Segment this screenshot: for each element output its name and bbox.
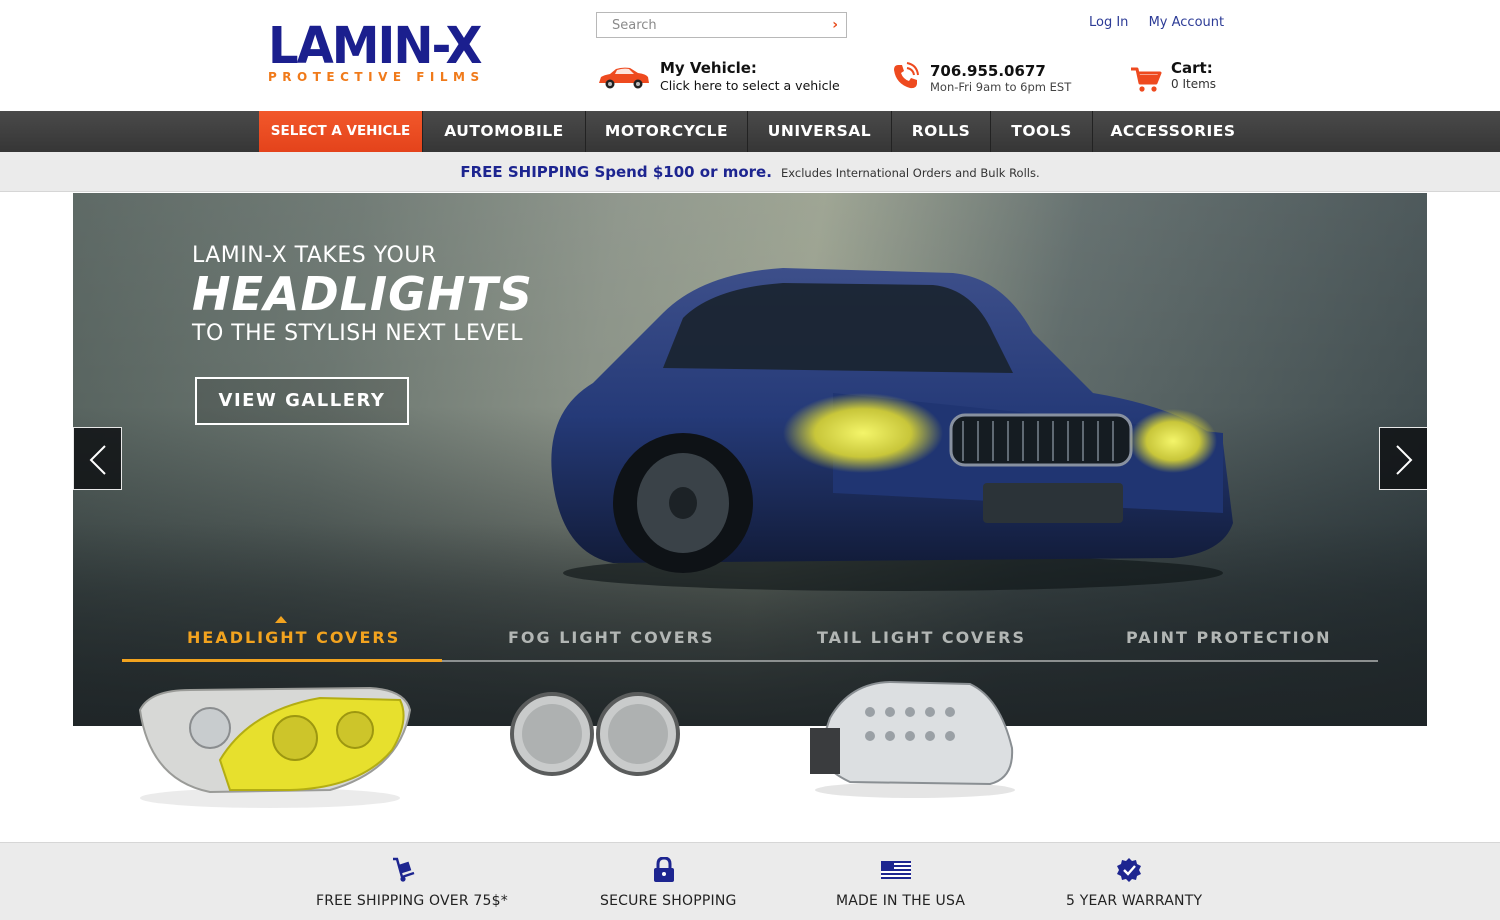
shopping-cart-icon <box>1131 67 1162 92</box>
nav-rolls[interactable]: ROLLS <box>892 111 991 152</box>
hero-line-3: TO THE STYLISH NEXT LEVEL <box>192 321 524 346</box>
hero-line-1: LAMIN-X TAKES YOUR <box>192 243 437 268</box>
feature-made-in-usa: MADE IN THE USA <box>836 857 966 909</box>
my-vehicle-title: My Vehicle: <box>660 59 757 77</box>
hero-headline: HEADLIGHTS <box>192 267 533 321</box>
feature-label: SECURE SHOPPING <box>600 893 737 909</box>
cart-label: Cart: <box>1171 59 1213 77</box>
hand-truck-icon <box>393 857 415 882</box>
nav-accessories[interactable]: ACCESSORIES <box>1093 111 1253 152</box>
nav-motorcycle[interactable]: MOTORCYCLE <box>586 111 748 152</box>
tab-paint-protection[interactable]: PAINT PROTECTION <box>1126 628 1332 647</box>
free-shipping-banner: FREE SHIPPING Spend $100 or more. Exclud… <box>0 152 1500 192</box>
nav-automobile[interactable]: AUTOMOBILE <box>423 111 586 152</box>
active-tab-caret-icon <box>275 616 287 623</box>
padlock-icon <box>653 857 674 882</box>
phone-icon <box>894 62 919 89</box>
headlight-cover-image[interactable] <box>130 680 420 810</box>
us-flag-icon <box>881 861 911 879</box>
category-tabs: HEADLIGHT COVERS FOG LIGHT COVERS TAIL L… <box>122 616 1378 662</box>
site-header: LAMIN-X PROTECTIVE FILMS › Log In My Acc… <box>0 0 1500 111</box>
my-account-link[interactable]: My Account <box>1149 15 1225 30</box>
search-submit-icon[interactable]: › <box>832 17 838 33</box>
feature-free-shipping: FREE SHIPPING OVER 75$* <box>316 857 508 909</box>
car-icon <box>599 67 649 89</box>
search-input[interactable] <box>597 13 817 37</box>
account-links: Log In My Account <box>1089 15 1240 30</box>
my-vehicle-subtitle: Click here to select a vehicle <box>660 78 840 93</box>
cart-item-count: 0 Items <box>1171 77 1217 91</box>
tab-fog-light-covers[interactable]: FOG LIGHT COVERS <box>508 628 714 647</box>
chevron-right-icon <box>1396 445 1413 475</box>
tail-light-cover-image[interactable] <box>800 678 1030 798</box>
login-link[interactable]: Log In <box>1089 15 1128 30</box>
slider-prev-button[interactable] <box>73 427 122 490</box>
main-nav: SELECT A VEHICLE AUTOMOBILE MOTORCYCLE U… <box>0 111 1500 152</box>
phone-number[interactable]: 706.955.0677 <box>930 62 1046 80</box>
slider-next-button[interactable] <box>1379 427 1427 490</box>
search-box: › <box>596 12 847 38</box>
nav-tools[interactable]: TOOLS <box>991 111 1093 152</box>
logo-wordmark: LAMIN-X <box>268 16 483 76</box>
nav-universal[interactable]: UNIVERSAL <box>748 111 892 152</box>
free-shipping-headline: FREE SHIPPING Spend $100 or more. <box>460 163 772 181</box>
tab-headlight-covers[interactable]: HEADLIGHT COVERS <box>187 628 400 647</box>
free-shipping-note: Excludes International Orders and Bulk R… <box>781 166 1040 180</box>
feature-warranty: 5 YEAR WARRANTY <box>1066 857 1203 909</box>
feature-label: MADE IN THE USA <box>836 893 966 909</box>
nav-select-vehicle[interactable]: SELECT A VEHICLE <box>259 111 423 152</box>
tab-tail-light-covers[interactable]: TAIL LIGHT COVERS <box>817 628 1026 647</box>
feature-secure-shopping: SECURE SHOPPING <box>600 857 737 909</box>
feature-label: FREE SHIPPING OVER 75$* <box>316 893 508 909</box>
fog-light-cover-image[interactable] <box>508 686 688 782</box>
hero-car-image <box>551 268 1233 591</box>
feature-label: 5 YEAR WARRANTY <box>1066 893 1203 909</box>
site-logo[interactable]: LAMIN-X PROTECTIVE FILMS <box>268 16 542 86</box>
product-images <box>0 660 1500 840</box>
phone-hours: Mon-Fri 9am to 6pm EST <box>930 80 1072 94</box>
chevron-left-icon <box>89 445 106 475</box>
view-gallery-button[interactable]: VIEW GALLERY <box>195 377 409 425</box>
trust-features: FREE SHIPPING OVER 75$* SECURE SHOPPING … <box>0 842 1500 920</box>
check-badge-icon <box>1116 858 1141 882</box>
